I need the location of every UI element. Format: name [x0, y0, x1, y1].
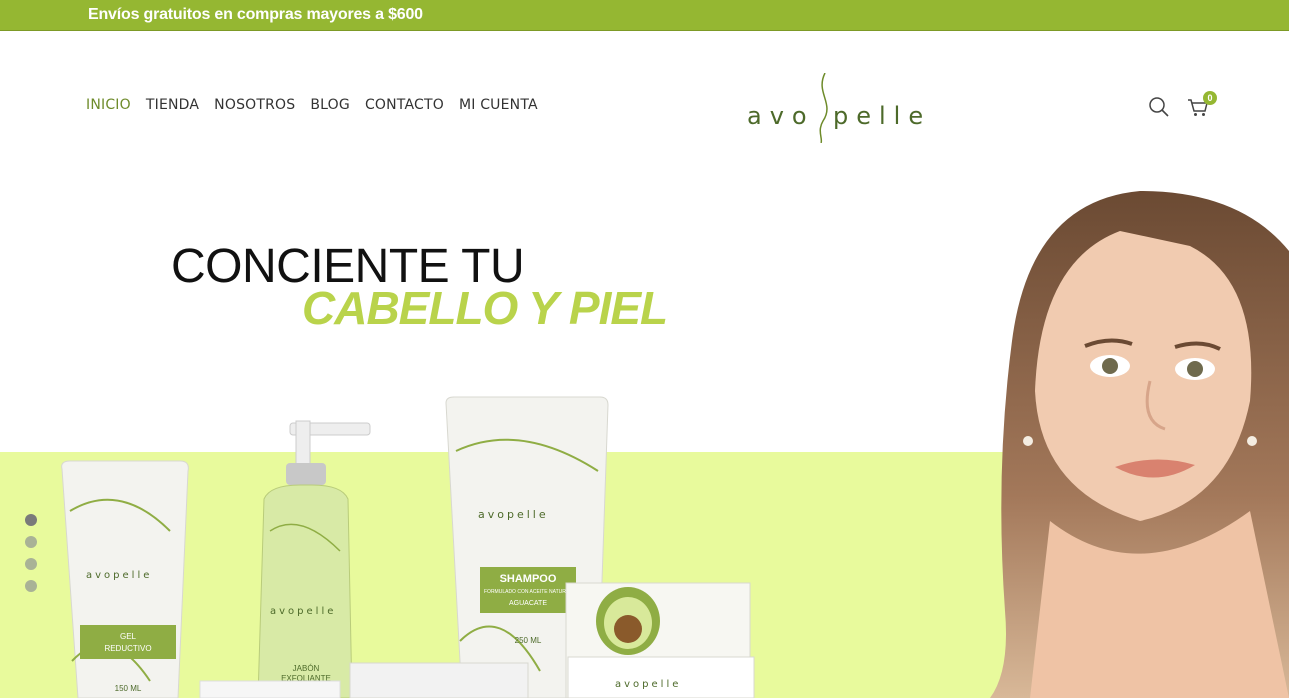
svg-text:GEL: GEL: [120, 632, 137, 641]
site-header: INICIO TIENDA NOSOTROS BLOG CONTACTO MI …: [0, 31, 1289, 181]
promo-text: Envíos gratuitos en compras mayores a $6…: [88, 6, 423, 23]
jabon-bottle-product: avopelle JABÓN EXFOLIANTE: [257, 420, 371, 698]
gel-tube-product: avopelle GEL REDUCTIVO 150 ML: [61, 460, 189, 698]
nav-item-nosotros[interactable]: NOSOTROS: [214, 97, 295, 113]
svg-text:AGUACATE: AGUACATE: [509, 600, 547, 607]
svg-text:pelle: pelle: [833, 102, 931, 130]
svg-text:avopelle: avopelle: [615, 679, 681, 690]
nav-item-contacto[interactable]: CONTACTO: [365, 97, 444, 113]
promo-bar: Envíos gratuitos en compras mayores a $6…: [0, 0, 1289, 31]
logo-mark: avo pelle: [747, 72, 931, 144]
svg-text:250 ML: 250 ML: [515, 636, 542, 645]
svg-text:REDUCTIVO: REDUCTIVO: [104, 644, 151, 653]
svg-text:150 ML: 150 ML: [115, 684, 142, 693]
nav-item-tienda[interactable]: TIENDA: [146, 97, 199, 113]
front-box-product: [349, 662, 529, 698]
nav-item-inicio[interactable]: INICIO: [86, 97, 131, 113]
hero-slider: CONCIENTE TU CABELLO Y PIEL avopelle GEL…: [0, 181, 1289, 698]
brand-logo[interactable]: avo pelle: [745, 72, 945, 144]
hero-model-image: [990, 191, 1289, 698]
svg-text:avo: avo: [747, 102, 815, 130]
product-lineup-image: avopelle GEL REDUCTIVO 150 ML avopelle J…: [61, 396, 755, 698]
hero-subheadline: CABELLO Y PIEL: [302, 282, 668, 334]
nav-item-mi-cuenta[interactable]: MI CUENTA: [459, 97, 538, 113]
cart-count-badge: 0: [1203, 91, 1217, 105]
svg-text:avopelle: avopelle: [86, 570, 152, 581]
nav-item-blog[interactable]: BLOG: [310, 97, 350, 113]
svg-text:JABÓN: JABÓN: [293, 664, 320, 673]
main-nav: INICIO TIENDA NOSOTROS BLOG CONTACTO MI …: [86, 97, 553, 113]
search-icon[interactable]: [1149, 96, 1169, 118]
svg-text:avopelle: avopelle: [478, 508, 549, 521]
svg-text:SHAMPOO: SHAMPOO: [500, 573, 557, 585]
svg-text:FORMULADO CON ACEITE NATURAL: FORMULADO CON ACEITE NATURAL: [484, 589, 572, 595]
header-icons: 0: [1149, 91, 1219, 124]
svg-text:avopelle: avopelle: [270, 606, 336, 617]
front-jar-product: [199, 680, 341, 698]
avocado-box-product: avopelle: [565, 582, 755, 698]
